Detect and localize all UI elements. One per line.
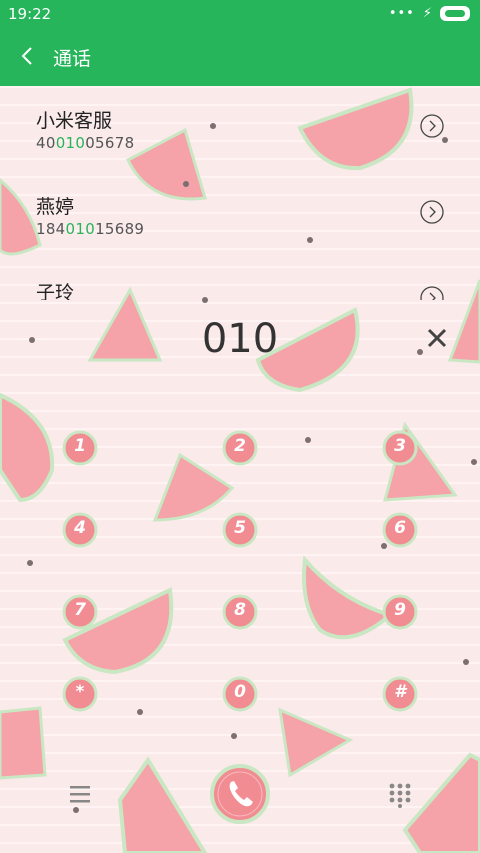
dial-key[interactable]: 2 bbox=[222, 430, 258, 466]
battery-icon bbox=[440, 6, 470, 21]
dial-key-label: 9 bbox=[394, 600, 406, 620]
status-bar: 19:22 ••• ⚡ bbox=[0, 0, 480, 28]
dial-key[interactable]: 9 bbox=[382, 594, 418, 630]
dial-key-label: 0 bbox=[234, 682, 246, 702]
dial-key[interactable]: 6 bbox=[382, 512, 418, 548]
number-match: 010 bbox=[55, 134, 86, 152]
contact-item[interactable]: 小米客服 4001005678 bbox=[0, 86, 480, 172]
contact-number: 18401015689 bbox=[36, 220, 145, 238]
dial-key-label: 7 bbox=[74, 600, 86, 620]
dial-key-label: 8 bbox=[234, 600, 246, 620]
contact-results-list[interactable]: 小米客服 4001005678 燕婷 18401015689 子玲 bbox=[0, 86, 480, 300]
dial-key[interactable]: # bbox=[382, 676, 418, 712]
phone-icon[interactable] bbox=[210, 764, 270, 824]
page-title: 通话 bbox=[53, 48, 92, 70]
number-match: 010 bbox=[65, 220, 96, 238]
app-bar: 通话 bbox=[0, 28, 480, 86]
dial-key-label: 4 bbox=[74, 518, 86, 538]
charging-icon: ⚡ bbox=[422, 6, 432, 21]
dial-key[interactable]: 7 bbox=[62, 594, 98, 630]
contact-name: 小米客服 bbox=[36, 110, 113, 132]
dial-key[interactable]: * bbox=[62, 676, 98, 712]
keypad-icon[interactable] bbox=[388, 782, 412, 808]
dial-key-label: * bbox=[75, 682, 85, 702]
contact-name: 子玲 bbox=[36, 282, 75, 300]
dial-key[interactable]: 3 bbox=[382, 430, 418, 466]
chevron-right-circle-icon[interactable] bbox=[420, 114, 444, 138]
notification-dots: ••• bbox=[388, 5, 415, 21]
dial-key[interactable]: 8 bbox=[222, 594, 258, 630]
dial-key-label: 3 bbox=[394, 436, 406, 456]
chevron-left-icon[interactable] bbox=[16, 44, 40, 68]
contact-number: 4001005678 bbox=[36, 134, 135, 152]
dial-key[interactable]: 4 bbox=[62, 512, 98, 548]
chevron-right-circle-icon[interactable] bbox=[420, 286, 444, 300]
dial-key-label: 6 bbox=[394, 518, 406, 538]
chevron-right-circle-icon[interactable] bbox=[420, 200, 444, 224]
dial-key-label: # bbox=[394, 682, 406, 702]
close-icon[interactable] bbox=[425, 326, 449, 350]
dialed-number[interactable]: 010 bbox=[0, 316, 480, 362]
dial-key-label: 1 bbox=[74, 436, 86, 456]
dial-key-label: 2 bbox=[234, 436, 246, 456]
contact-name: 燕婷 bbox=[36, 196, 75, 218]
dial-key-label: 5 bbox=[234, 518, 246, 538]
dial-key[interactable]: 1 bbox=[62, 430, 98, 466]
contact-item[interactable]: 子玲 bbox=[0, 258, 480, 300]
status-time: 19:22 bbox=[8, 5, 52, 23]
menu-icon[interactable] bbox=[68, 782, 92, 806]
contact-item[interactable]: 燕婷 18401015689 bbox=[0, 172, 480, 258]
dial-key[interactable]: 5 bbox=[222, 512, 258, 548]
status-icons: ••• ⚡ bbox=[389, 6, 470, 21]
dial-key[interactable]: 0 bbox=[222, 676, 258, 712]
